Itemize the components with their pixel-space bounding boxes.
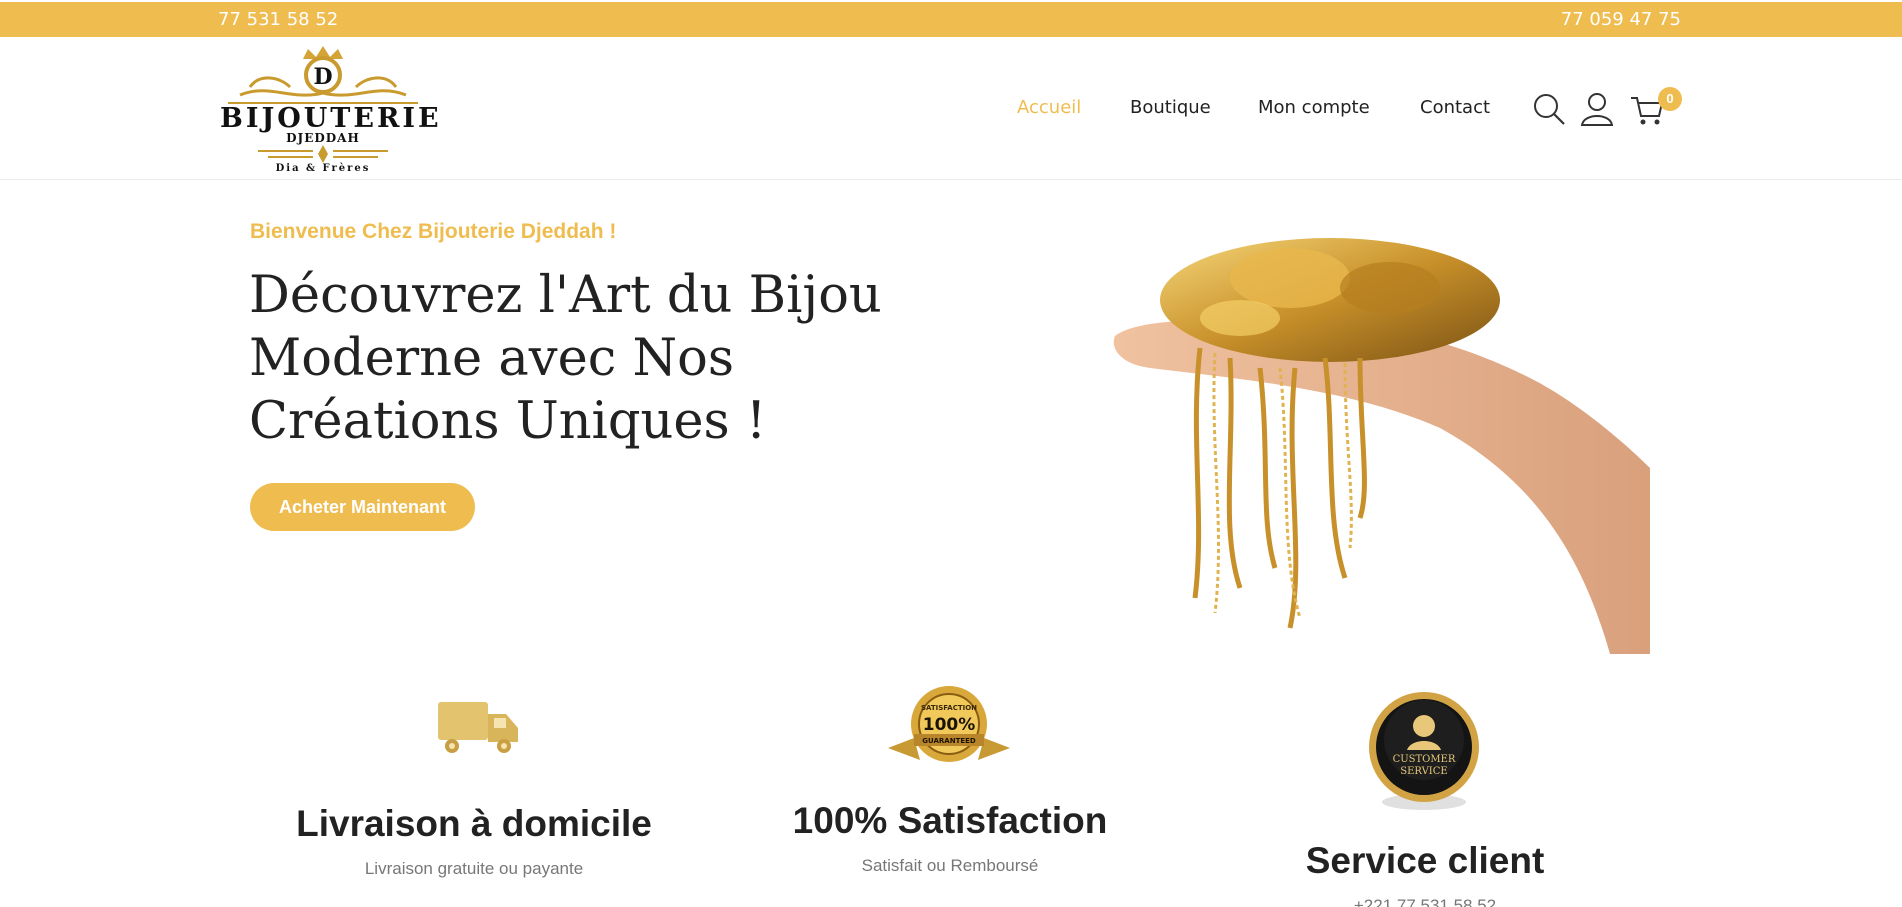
badge-customer-text: CUSTOMER <box>1393 754 1456 765</box>
search-icon[interactable] <box>1532 92 1566 126</box>
logo-subtitle: DJEDDAH <box>286 131 360 145</box>
feature-delivery-subtitle: Livraison gratuite ou payante <box>364 859 584 878</box>
feature-customer-service: Service client +221 77 531 58 52 <box>1215 840 1635 907</box>
feature-satisfaction: 100% Satisfaction Satisfait ou Remboursé <box>740 800 1160 876</box>
badge-guaranteed-text: GUARANTEED <box>922 737 976 745</box>
gold-jewelry-hand-image <box>1113 238 1650 654</box>
nav-item-contact[interactable]: Contact <box>1420 97 1490 118</box>
customer-service-icon: CUSTOMER SERVICE <box>1369 692 1479 810</box>
shop-now-button[interactable]: Acheter Maintenant <box>250 483 475 531</box>
feature-delivery-title: Livraison à domicile <box>296 803 652 844</box>
delivery-truck-icon <box>438 702 518 753</box>
satisfaction-badge-icon: SATISFACTION 100% GUARANTEED <box>888 686 1010 762</box>
site-header: D BIJOUTERIE DJEDDAH Dia & Frères Accuei… <box>0 37 1902 180</box>
hero-eyebrow: Bienvenue Chez Bijouterie Djeddah ! <box>250 220 617 243</box>
badge-service-text: SERVICE <box>1400 766 1447 777</box>
logo-brand: BIJOUTERIE <box>220 103 442 134</box>
nav-item-boutique[interactable]: Boutique <box>1130 97 1211 118</box>
phone-number-right[interactable]: 77 059 47 75 <box>1561 9 1681 30</box>
cart-count-badge: 0 <box>1658 87 1682 111</box>
logo-tagline: Dia & Frères <box>275 163 371 174</box>
badge-100-text: 100% <box>923 715 976 735</box>
logo-divider-ornament <box>258 145 388 163</box>
feature-satisfaction-subtitle: Satisfait ou Remboursé <box>861 856 1039 875</box>
feature-delivery: Livraison à domicile Livraison gratuite … <box>264 803 684 879</box>
site-logo[interactable]: D BIJOUTERIE DJEDDAH Dia & Frères <box>220 43 442 175</box>
feature-service-subtitle[interactable]: +221 77 531 58 52 <box>1215 896 1635 907</box>
badge-satisfaction-text: SATISFACTION <box>921 704 977 712</box>
nav-item-mon-compte[interactable]: Mon compte <box>1258 97 1370 118</box>
logo-monogram: D <box>313 64 332 90</box>
nav-item-accueil[interactable]: Accueil <box>1017 97 1081 118</box>
feature-satisfaction-title: 100% Satisfaction <box>792 800 1108 841</box>
phone-number-left[interactable]: 77 531 58 52 <box>218 9 338 30</box>
top-bar: 77 531 58 52 77 059 47 75 <box>0 2 1902 37</box>
user-icon[interactable] <box>1580 92 1614 126</box>
hero-headline: Découvrez l'Art du Bijou Moderne avec No… <box>249 266 882 451</box>
feature-service-title: Service client <box>1305 840 1545 881</box>
